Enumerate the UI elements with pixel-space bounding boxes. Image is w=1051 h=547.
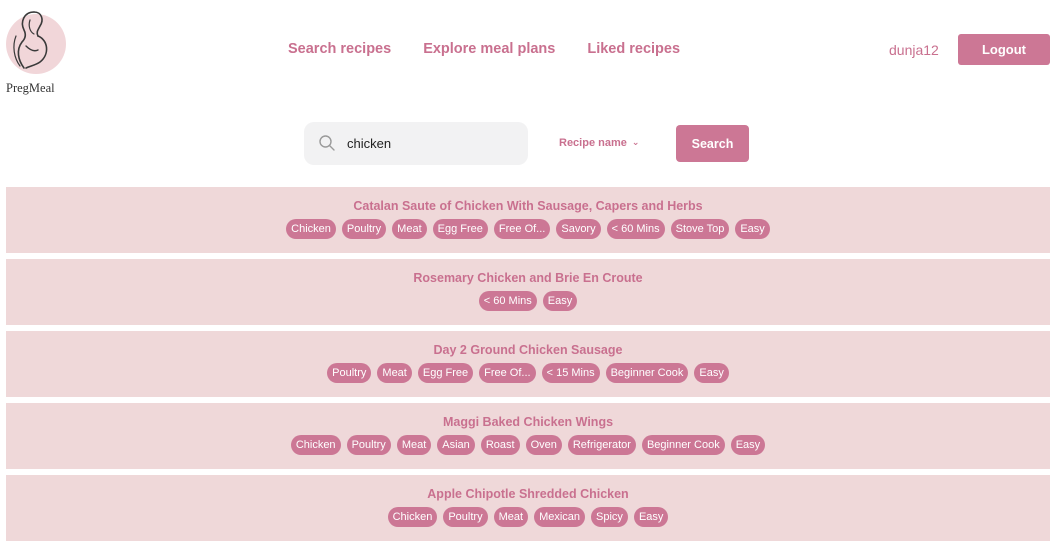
recipe-title[interactable]: Apple Chipotle Shredded Chicken <box>6 487 1050 502</box>
recipe-title[interactable]: Day 2 Ground Chicken Sausage <box>6 343 1050 358</box>
nav-explore-meal-plans[interactable]: Explore meal plans <box>423 41 555 57</box>
recipe-tag: Poultry <box>341 219 387 239</box>
recipe-tag: Chicken <box>387 507 438 527</box>
recipe-card[interactable]: Rosemary Chicken and Brie En Croute < 60 … <box>6 259 1050 325</box>
search-filter-label: Recipe name <box>559 137 627 149</box>
pregnant-woman-logo-icon <box>6 11 66 74</box>
recipe-tag: Meat <box>377 363 412 383</box>
recipe-tag: Mexican <box>534 507 586 527</box>
recipe-tag: Meat <box>392 219 427 239</box>
search-bar: Recipe name ⌄ Search <box>0 100 1051 187</box>
search-filter-select[interactable]: Recipe name ⌄ <box>559 137 639 149</box>
recipe-card[interactable]: Apple Chipotle Shredded Chicken Chicken Po… <box>6 475 1050 541</box>
brand-name: PregMeal <box>6 81 55 95</box>
recipe-tags: < 60 Mins Easy <box>6 291 1050 311</box>
recipe-tag: Egg Free <box>432 219 488 239</box>
recipe-card[interactable]: Maggi Baked Chicken Wings Chicken Poultry M… <box>6 403 1050 469</box>
search-box[interactable] <box>304 122 528 165</box>
recipe-tag: Poultry <box>327 363 372 383</box>
recipe-tag: Roast <box>480 435 520 455</box>
recipe-tag: Poultry <box>443 507 488 527</box>
recipe-tag: Stove Top <box>670 219 730 239</box>
recipe-tag: Easy <box>694 363 729 383</box>
nav-search-recipes[interactable]: Search recipes <box>288 41 391 57</box>
search-input[interactable] <box>347 133 517 153</box>
recipe-tag: Egg Free <box>417 363 474 383</box>
recipe-tag: Easy <box>730 435 766 455</box>
logo[interactable]: PregMeal <box>4 6 68 95</box>
recipe-tag: Spicy <box>591 507 628 527</box>
recipe-title[interactable]: Maggi Baked Chicken Wings <box>6 415 1050 430</box>
logout-button[interactable]: Logout <box>958 34 1050 65</box>
search-icon <box>318 134 336 157</box>
recipe-tag: Asian <box>437 435 475 455</box>
header: PregMeal Search recipes Explore meal pla… <box>0 0 1051 100</box>
recipe-tag: Easy <box>633 507 669 527</box>
recipe-title[interactable]: Rosemary Chicken and Brie En Croute <box>6 271 1050 286</box>
recipe-tag: < 60 Mins <box>606 219 665 239</box>
recipe-tag: Beginner Cook <box>641 435 725 455</box>
nav-liked-recipes[interactable]: Liked recipes <box>587 41 680 57</box>
recipe-tag: Savory <box>556 219 601 239</box>
recipe-tags: Chicken Poultry Meat Asian Roast Oven Refriger… <box>6 435 1050 455</box>
recipe-card[interactable]: Day 2 Ground Chicken Sausage Poultry Meat E… <box>6 331 1050 397</box>
recipe-tag: Meat <box>396 435 432 455</box>
results-list: Catalan Saute of Chicken With Sausage, C… <box>6 187 1050 547</box>
recipe-tag: Beginner Cook <box>605 363 689 383</box>
recipe-tag: Free Of... <box>493 219 551 239</box>
recipe-tag: < 60 Mins <box>478 291 537 311</box>
chevron-down-icon: ⌄ <box>631 137 640 147</box>
recipe-tags: Chicken Poultry Meat Mexican Spicy Easy <box>6 507 1050 527</box>
recipe-tag: Refrigerator <box>567 435 636 455</box>
recipe-tag: Easy <box>542 291 578 311</box>
recipe-tag: Oven <box>525 435 562 455</box>
recipe-tag: Free Of... <box>479 363 536 383</box>
recipe-tag: Chicken <box>290 435 341 455</box>
recipe-tags: Chicken Poultry Meat Egg Free Free Of... Savo… <box>6 219 1050 239</box>
recipe-title[interactable]: Catalan Saute of Chicken With Sausage, C… <box>6 199 1050 214</box>
search-button[interactable]: Search <box>676 125 749 162</box>
username: dunja12 <box>889 42 939 58</box>
recipe-tag: Easy <box>735 219 770 239</box>
recipe-card[interactable]: Catalan Saute of Chicken With Sausage, C… <box>6 187 1050 253</box>
recipe-tag: Meat <box>493 507 529 527</box>
main-nav: Search recipes Explore meal plans Liked … <box>288 41 680 57</box>
recipe-tag: < 15 Mins <box>541 363 600 383</box>
recipe-tag: Chicken <box>286 219 336 239</box>
recipe-tags: Poultry Meat Egg Free Free Of... < 15 Mins Be… <box>6 363 1050 383</box>
recipe-tag: Poultry <box>346 435 391 455</box>
